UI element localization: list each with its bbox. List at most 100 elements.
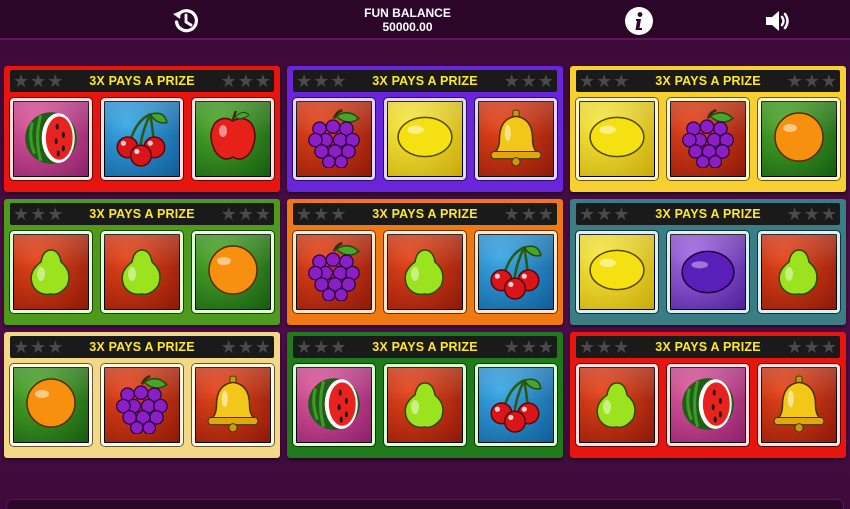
plum-icon	[677, 239, 739, 306]
history-icon[interactable]	[170, 5, 202, 37]
star-icon: ★	[30, 337, 47, 357]
symbol-cell[interactable]	[667, 98, 749, 180]
symbol-cell[interactable]	[758, 231, 840, 313]
star-icon: ★	[786, 204, 803, 224]
star-icon: ★	[220, 204, 237, 224]
prize-label: 3X PAYS A PRIZE	[655, 74, 761, 88]
lemon-icon	[586, 239, 648, 306]
pear-icon	[21, 240, 81, 305]
symbol-cell[interactable]	[192, 231, 274, 313]
symbol-cell[interactable]	[576, 231, 658, 313]
scratch-card[interactable]: ★ ★ ★ 3X PAYS A PRIZE ★ ★ ★	[4, 66, 280, 192]
scratch-card[interactable]: ★ ★ ★ 3X PAYS A PRIZE ★ ★ ★	[4, 332, 280, 458]
card-header: ★ ★ ★ 3X PAYS A PRIZE ★ ★ ★	[10, 336, 274, 358]
star-icon: ★	[537, 204, 554, 224]
symbol-cell[interactable]	[384, 98, 466, 180]
bell-icon	[485, 106, 547, 173]
symbol-row	[293, 364, 557, 446]
bell-icon	[202, 372, 264, 439]
right-stars: ★ ★ ★	[504, 338, 554, 356]
top-bar: FUN BALANCE 50000.00	[0, 0, 850, 40]
star-icon: ★	[237, 71, 254, 91]
symbol-cell[interactable]	[576, 364, 658, 446]
pear-icon	[112, 240, 172, 305]
symbol-row	[576, 98, 840, 180]
star-icon: ★	[503, 204, 520, 224]
scratch-card[interactable]: ★ ★ ★ 3X PAYS A PRIZE ★ ★ ★	[570, 199, 846, 325]
right-stars: ★ ★ ★	[504, 205, 554, 223]
right-stars: ★ ★ ★	[221, 338, 271, 356]
symbol-cell[interactable]	[384, 364, 466, 446]
symbol-cell[interactable]	[475, 364, 557, 446]
scratch-card[interactable]: ★ ★ ★ 3X PAYS A PRIZE ★ ★ ★	[4, 199, 280, 325]
right-stars: ★ ★ ★	[221, 205, 271, 223]
symbol-cell[interactable]	[10, 231, 92, 313]
right-stars: ★ ★ ★	[787, 72, 837, 90]
symbol-cell[interactable]	[192, 364, 274, 446]
symbol-cell[interactable]	[667, 231, 749, 313]
left-stars: ★ ★ ★	[13, 205, 63, 223]
star-icon: ★	[503, 337, 520, 357]
star-icon: ★	[330, 204, 347, 224]
bell-icon	[768, 372, 830, 439]
symbol-cell[interactable]	[192, 98, 274, 180]
star-icon: ★	[803, 204, 820, 224]
star-icon: ★	[786, 71, 803, 91]
prize-label: 3X PAYS A PRIZE	[372, 74, 478, 88]
symbol-cell[interactable]	[758, 364, 840, 446]
symbol-cell[interactable]	[293, 231, 375, 313]
balance-label: FUN BALANCE	[364, 6, 451, 20]
scratch-card[interactable]: ★ ★ ★ 3X PAYS A PRIZE ★ ★ ★	[287, 66, 563, 192]
watermelon-icon	[20, 106, 82, 173]
symbol-row	[10, 231, 274, 313]
left-stars: ★ ★ ★	[13, 338, 63, 356]
star-icon: ★	[503, 71, 520, 91]
star-icon: ★	[47, 337, 64, 357]
left-stars: ★ ★ ★	[579, 338, 629, 356]
star-icon: ★	[220, 71, 237, 91]
symbol-cell[interactable]	[576, 98, 658, 180]
scratch-card[interactable]: ★ ★ ★ 3X PAYS A PRIZE ★ ★ ★	[570, 332, 846, 458]
symbol-cell[interactable]	[475, 98, 557, 180]
prize-label: 3X PAYS A PRIZE	[89, 207, 195, 221]
symbol-row	[576, 364, 840, 446]
scratch-card[interactable]: ★ ★ ★ 3X PAYS A PRIZE ★ ★ ★	[570, 66, 846, 192]
info-icon[interactable]	[623, 5, 655, 37]
symbol-cell[interactable]	[667, 364, 749, 446]
star-icon: ★	[613, 337, 630, 357]
right-stars: ★ ★ ★	[787, 338, 837, 356]
symbol-cell[interactable]	[101, 364, 183, 446]
prize-label: 3X PAYS A PRIZE	[655, 340, 761, 354]
prize-label: 3X PAYS A PRIZE	[89, 340, 195, 354]
star-icon: ★	[596, 204, 613, 224]
symbol-cell[interactable]	[475, 231, 557, 313]
symbol-cell[interactable]	[758, 98, 840, 180]
scratch-card[interactable]: ★ ★ ★ 3X PAYS A PRIZE ★ ★ ★	[287, 332, 563, 458]
cherries-icon	[485, 239, 547, 306]
symbol-cell[interactable]	[384, 231, 466, 313]
pear-icon	[587, 373, 647, 438]
symbol-cell[interactable]	[293, 364, 375, 446]
card-header: ★ ★ ★ 3X PAYS A PRIZE ★ ★ ★	[293, 70, 557, 92]
symbol-cell[interactable]	[101, 231, 183, 313]
left-stars: ★ ★ ★	[579, 72, 629, 90]
star-icon: ★	[520, 337, 537, 357]
scratch-card[interactable]: ★ ★ ★ 3X PAYS A PRIZE ★ ★ ★	[287, 199, 563, 325]
star-icon: ★	[579, 337, 596, 357]
prize-label: 3X PAYS A PRIZE	[372, 340, 478, 354]
symbol-cell[interactable]	[293, 98, 375, 180]
cherries-icon	[485, 372, 547, 439]
symbol-cell[interactable]	[10, 364, 92, 446]
symbol-cell[interactable]	[10, 98, 92, 180]
speaker-icon[interactable]	[762, 5, 794, 37]
star-icon: ★	[313, 337, 330, 357]
symbol-cell[interactable]	[101, 98, 183, 180]
prize-label: 3X PAYS A PRIZE	[372, 207, 478, 221]
symbol-row	[293, 98, 557, 180]
card-header: ★ ★ ★ 3X PAYS A PRIZE ★ ★ ★	[293, 336, 557, 358]
grapes-icon	[303, 106, 365, 173]
star-icon: ★	[613, 204, 630, 224]
pear-icon	[395, 373, 455, 438]
grapes-icon	[677, 106, 739, 173]
star-icon: ★	[13, 337, 30, 357]
